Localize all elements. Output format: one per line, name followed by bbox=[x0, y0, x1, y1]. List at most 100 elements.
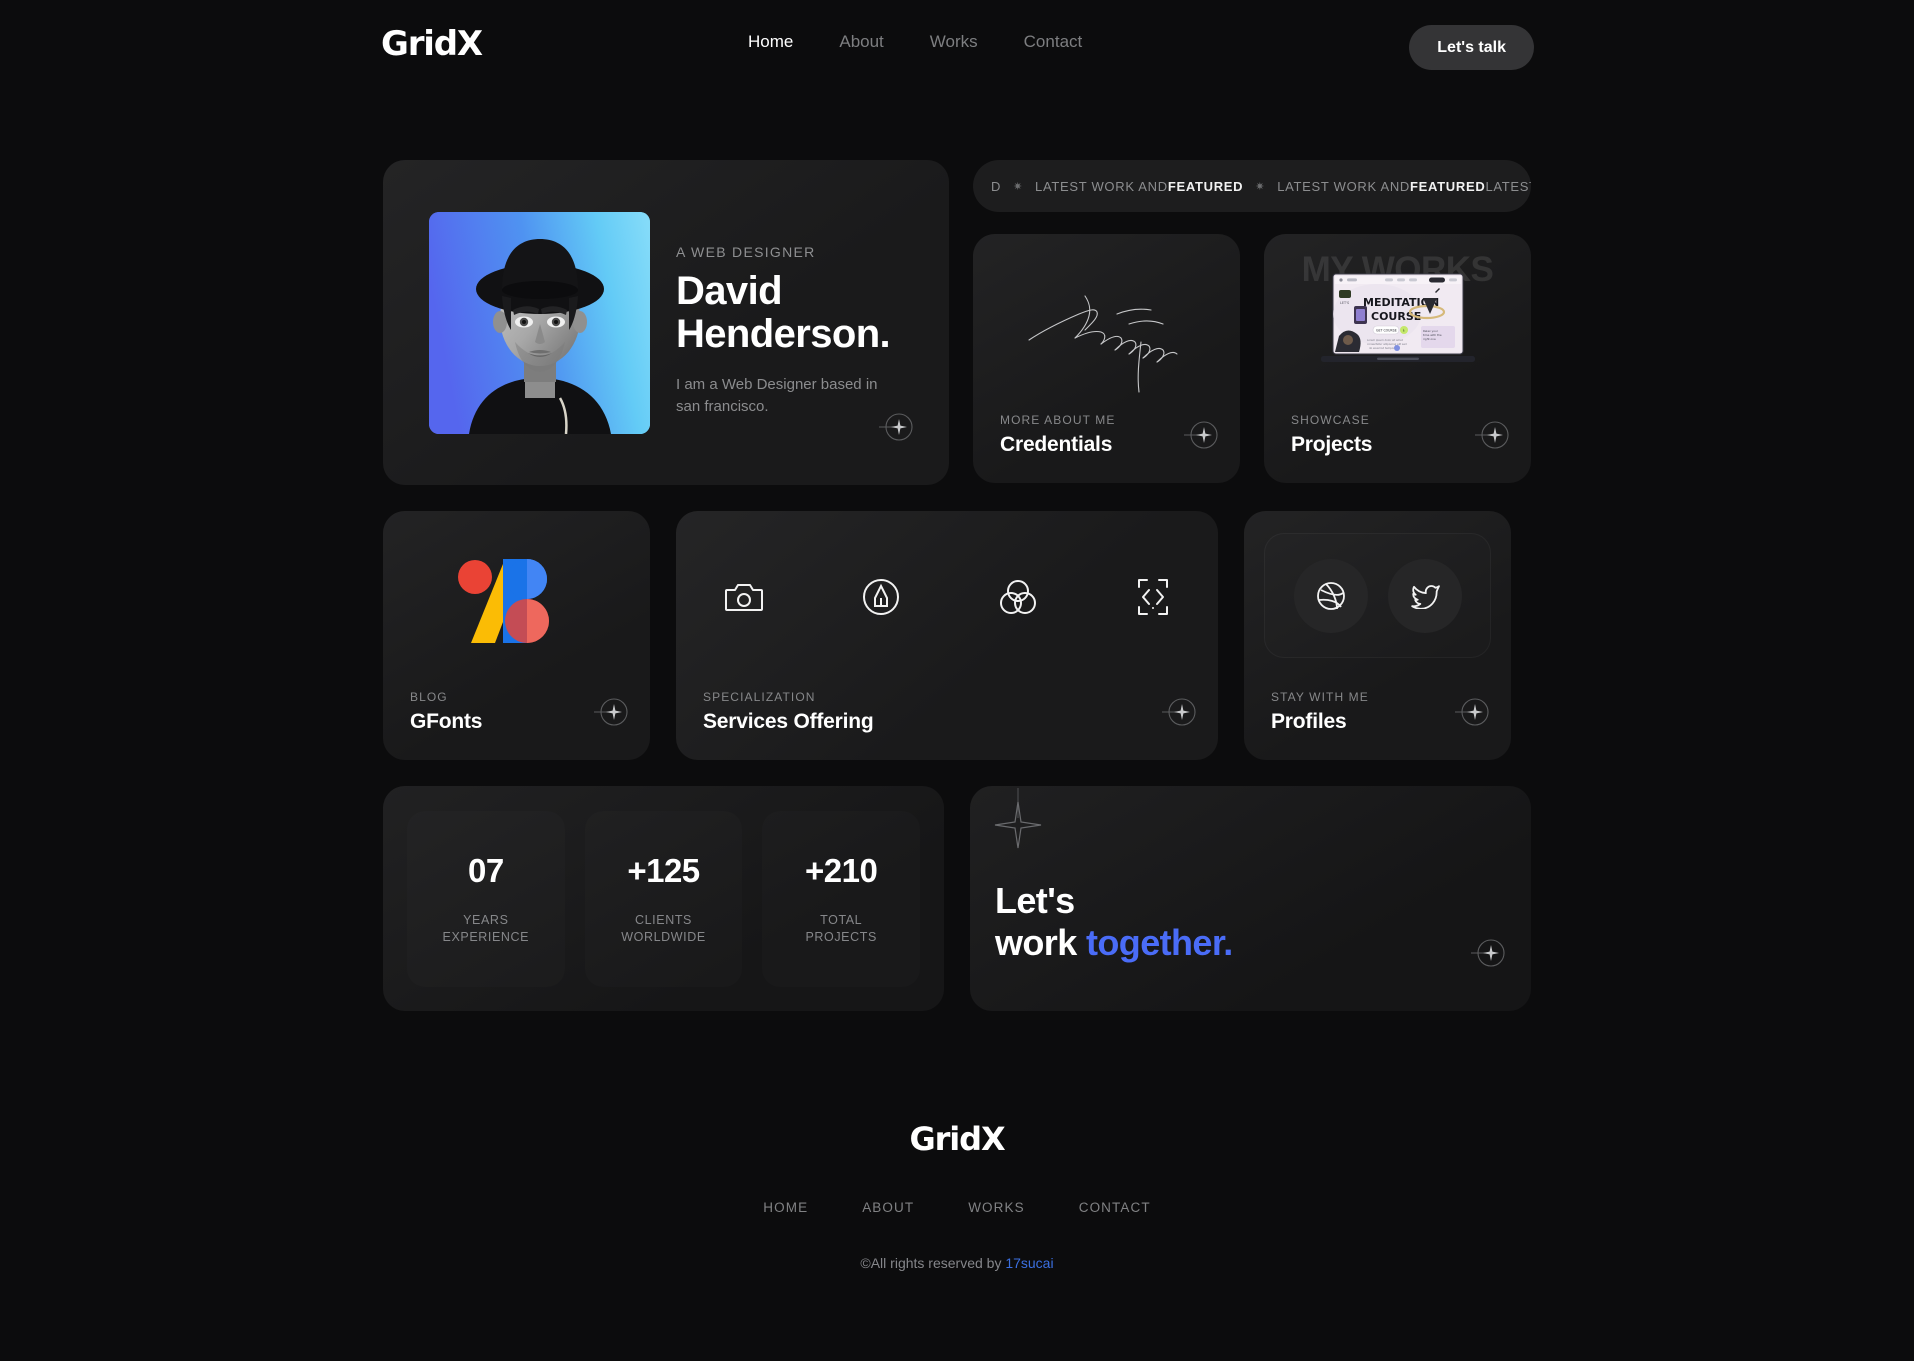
nav-item-about[interactable]: About bbox=[839, 32, 883, 52]
hero-text-block: A WEB DESIGNER David Henderson. I am a W… bbox=[676, 212, 891, 417]
credentials-title: Credentials bbox=[1000, 433, 1113, 456]
nav-item-contact[interactable]: Contact bbox=[1024, 32, 1083, 52]
marquee-text-3: LATEST WORK AND bbox=[1485, 178, 1531, 194]
services-footer: SPECIALIZATION Services Offering bbox=[703, 690, 1196, 734]
footer-nav-item-home[interactable]: HOME bbox=[763, 1200, 808, 1215]
credentials-card[interactable]: MORE ABOUT ME Credentials bbox=[973, 234, 1240, 483]
stat-label: YEARS EXPERIENCE bbox=[443, 912, 530, 946]
svg-text:right one: right one bbox=[1423, 337, 1436, 341]
footer-logo[interactable]: GridX bbox=[0, 1120, 1914, 1158]
camera-icon[interactable] bbox=[724, 579, 764, 620]
nav-item-works[interactable]: Works bbox=[930, 32, 978, 52]
stat-label-line-2: PROJECTS bbox=[805, 929, 877, 944]
marquee-text-1: LATEST WORK AND bbox=[1035, 178, 1168, 194]
gfonts-card[interactable]: BLOG GFonts bbox=[383, 511, 650, 760]
stats-card: 07 YEARS EXPERIENCE +125 CLIENTS WORLDWI… bbox=[383, 786, 944, 1011]
arrow-circle-icon bbox=[1475, 421, 1509, 449]
grid-row-1: A WEB DESIGNER David Henderson. I am a W… bbox=[383, 160, 1531, 485]
projects-title: Projects bbox=[1291, 433, 1373, 456]
projects-label: SHOWCASE bbox=[1291, 413, 1370, 427]
footer-copyright: ©All rights reserved by 17sucai bbox=[0, 1255, 1914, 1271]
copyright-link[interactable]: 17sucai bbox=[1005, 1255, 1053, 1271]
marquee-dot-icon-2: ✷ bbox=[1255, 180, 1266, 193]
sparkle-decoration bbox=[994, 788, 1042, 869]
service-icon-row bbox=[724, 577, 1170, 622]
google-fonts-shapes-icon bbox=[457, 559, 549, 643]
stat-label-line-2: WORLDWIDE bbox=[621, 929, 706, 944]
color-circles-icon[interactable] bbox=[998, 578, 1038, 621]
gfonts-footer: BLOG GFonts bbox=[410, 690, 628, 734]
svg-text:do eiusmod tempor: do eiusmod tempor bbox=[1369, 346, 1395, 350]
stat-item-clients: +125 CLIENTS WORLDWIDE bbox=[585, 811, 743, 987]
services-card[interactable]: SPECIALIZATION Services Offering bbox=[676, 511, 1218, 760]
credentials-label: MORE ABOUT ME bbox=[1000, 413, 1116, 427]
stat-item-projects: +210 TOTAL PROJECTS bbox=[762, 811, 920, 987]
stat-value: +210 bbox=[805, 851, 878, 889]
svg-text:↓: ↓ bbox=[1402, 329, 1405, 333]
twitter-icon bbox=[1410, 584, 1440, 609]
credentials-footer: MORE ABOUT ME Credentials bbox=[1000, 413, 1218, 457]
footer-nav-item-works[interactable]: WORKS bbox=[968, 1200, 1025, 1215]
bento-grid: A WEB DESIGNER David Henderson. I am a W… bbox=[383, 160, 1531, 1011]
svg-text:consectetur adipiscing elit se: consectetur adipiscing elit sed bbox=[1367, 342, 1407, 346]
sparkle-icon bbox=[994, 788, 1042, 849]
cta-arrow-button[interactable] bbox=[1471, 936, 1505, 975]
footer-nav-item-contact[interactable]: CONTACT bbox=[1079, 1200, 1151, 1215]
projects-card[interactable]: MY WORKS LET'S MEDITATION COURSE GET COU… bbox=[1264, 234, 1531, 483]
profiles-arrow-button[interactable] bbox=[1455, 695, 1489, 734]
arrow-circle-icon bbox=[594, 698, 628, 726]
cta-line-2-white: work bbox=[995, 922, 1087, 964]
hero-name: David Henderson. bbox=[676, 269, 891, 357]
hero-arrow-button[interactable] bbox=[879, 410, 913, 449]
services-arrow-button[interactable] bbox=[1162, 695, 1196, 734]
svg-text:LET'S: LET'S bbox=[1340, 301, 1349, 305]
portrait-illustration bbox=[429, 212, 650, 434]
twitter-link[interactable] bbox=[1387, 558, 1462, 633]
featured-marquee: D ✷ LATEST WORK AND FEATURED ✷ LATEST WO… bbox=[973, 160, 1531, 212]
footer-nav: HOME ABOUT WORKS CONTACT bbox=[0, 1200, 1914, 1215]
grid-row-1-right: D ✷ LATEST WORK AND FEATURED ✷ LATEST WO… bbox=[973, 160, 1531, 485]
page-root: GridX Home About Works Contact Let's tal… bbox=[0, 0, 1914, 1361]
gfonts-arrow-button[interactable] bbox=[594, 695, 628, 734]
site-footer: GridX HOME ABOUT WORKS CONTACT ©All righ… bbox=[0, 1120, 1914, 1271]
profiles-title: Profiles bbox=[1271, 710, 1347, 733]
footer-nav-item-about[interactable]: ABOUT bbox=[862, 1200, 914, 1215]
signature-icon bbox=[1027, 295, 1178, 393]
marquee-track: D ✷ LATEST WORK AND FEATURED ✷ LATEST WO… bbox=[973, 179, 1531, 194]
hero-card[interactable]: A WEB DESIGNER David Henderson. I am a W… bbox=[383, 160, 949, 485]
arrow-circle-icon bbox=[1162, 698, 1196, 726]
dribbble-icon bbox=[1316, 581, 1345, 610]
hero-name-line-1: David bbox=[676, 269, 783, 313]
laptop-icon: LET'S MEDITATION COURSE GET COURSE ↓ Lor… bbox=[1320, 273, 1475, 362]
cta-line-2-accent: together. bbox=[1086, 922, 1233, 964]
arrow-circle-icon bbox=[879, 413, 913, 441]
brand-logo[interactable]: GridX bbox=[381, 24, 483, 64]
nav-item-home[interactable]: Home bbox=[748, 32, 793, 52]
stat-item-years: 07 YEARS EXPERIENCE bbox=[407, 811, 565, 987]
hero-name-line-2: Henderson. bbox=[676, 312, 891, 357]
code-brackets-icon[interactable] bbox=[1136, 577, 1170, 622]
profiles-card[interactable]: STAY WITH ME Profiles bbox=[1244, 511, 1511, 760]
gfonts-art bbox=[383, 557, 650, 645]
stat-value: +125 bbox=[627, 851, 700, 889]
copyright-text: ©All rights reserved by bbox=[860, 1255, 1006, 1271]
social-icon-group bbox=[1264, 533, 1491, 658]
gfonts-title: GFonts bbox=[410, 710, 483, 733]
lets-talk-button[interactable]: Let's talk bbox=[1409, 25, 1534, 70]
credentials-arrow-button[interactable] bbox=[1184, 418, 1218, 457]
pen-circle-icon[interactable] bbox=[862, 578, 900, 621]
marquee-text-2: LATEST WORK AND bbox=[1277, 178, 1411, 194]
stat-label: CLIENTS WORLDWIDE bbox=[621, 912, 706, 946]
hero-description: I am a Web Designer based in san francis… bbox=[676, 376, 878, 415]
cta-heading: Let's work together. bbox=[995, 880, 1233, 964]
dribbble-link[interactable] bbox=[1293, 558, 1368, 633]
projects-art: MY WORKS LET'S MEDITATION COURSE GET COU… bbox=[1264, 250, 1531, 383]
arrow-circle-icon bbox=[1471, 939, 1505, 967]
cta-line-1: Let's bbox=[995, 880, 1075, 921]
projects-arrow-button[interactable] bbox=[1475, 418, 1509, 457]
stat-label: TOTAL PROJECTS bbox=[805, 912, 876, 946]
grid-row-3: 07 YEARS EXPERIENCE +125 CLIENTS WORLDWI… bbox=[383, 786, 1531, 1011]
marquee-featured-1: FEATURED bbox=[1167, 178, 1244, 194]
cta-card[interactable]: Let's work together. bbox=[970, 786, 1531, 1011]
avatar bbox=[429, 212, 650, 434]
